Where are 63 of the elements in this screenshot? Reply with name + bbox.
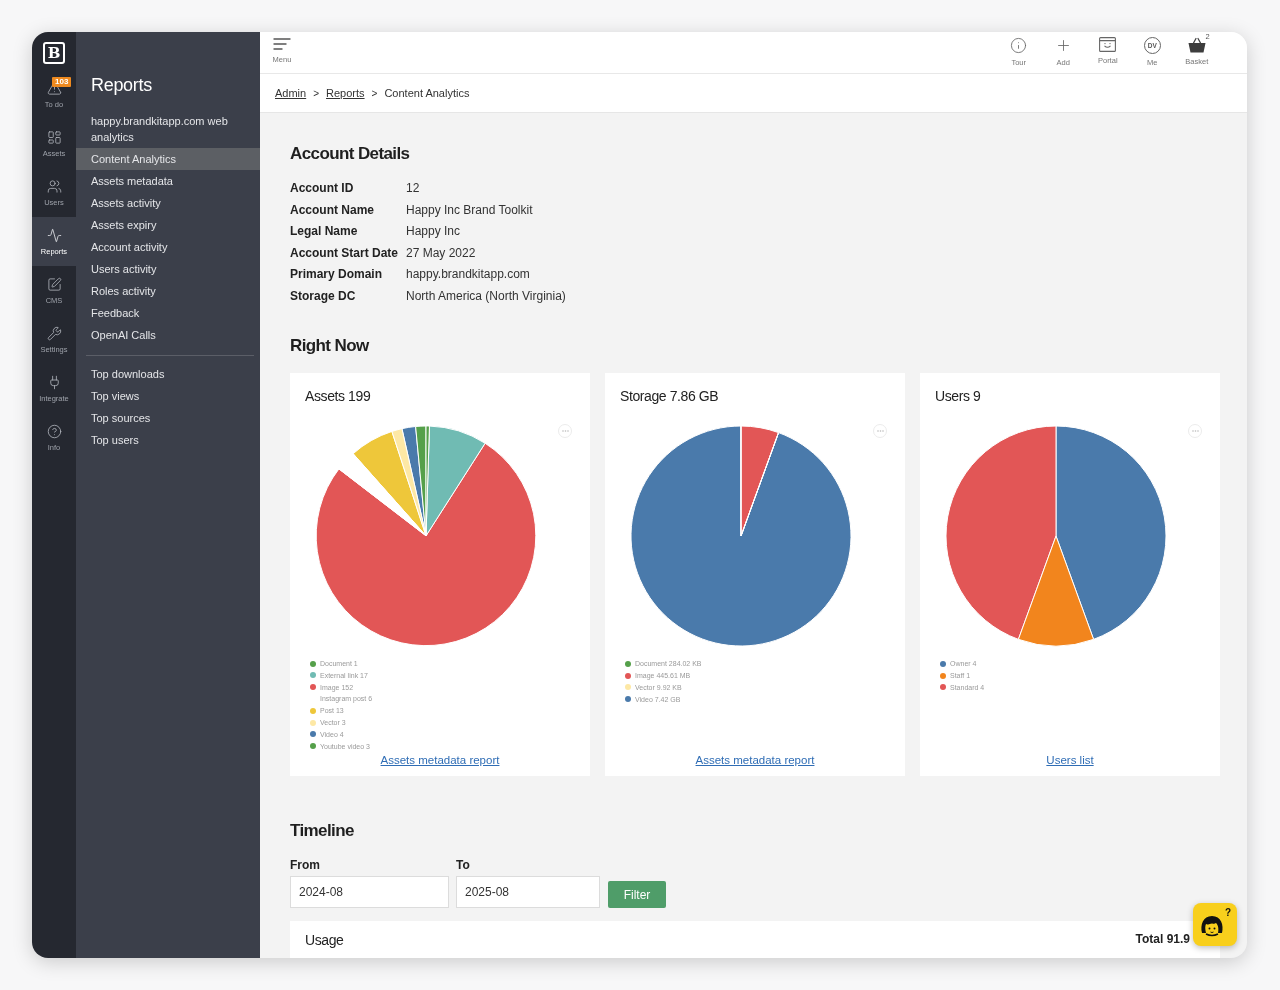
- more-button[interactable]: [873, 424, 887, 438]
- detail-label: Primary Domain: [290, 266, 384, 283]
- date-input[interactable]: 2024-08: [290, 876, 449, 908]
- sidebar-item[interactable]: Assets expiry: [76, 214, 260, 236]
- sidebar-item[interactable]: Feedback: [76, 302, 260, 324]
- detail-label: Account Name: [290, 201, 376, 219]
- count-badge: 103: [52, 77, 72, 87]
- detail-value: Happy Inc: [406, 223, 462, 240]
- breadcrumb-separator: >: [313, 87, 320, 99]
- info-icon: [1010, 37, 1028, 54]
- breadcrumb-link[interactable]: Admin: [275, 87, 307, 99]
- more-button[interactable]: [1188, 424, 1202, 438]
- report-link[interactable]: Users list: [1046, 752, 1094, 768]
- detail-label: Storage DC: [290, 287, 357, 305]
- sidebar-item[interactable]: Users activity: [76, 258, 260, 280]
- sidebar-item[interactable]: Content Analytics: [76, 148, 260, 170]
- breadcrumb-current: Content Analytics: [384, 87, 470, 99]
- sidebar-item[interactable]: Top views: [76, 385, 260, 407]
- detail-label: Legal Name: [290, 223, 359, 240]
- sidebar-item[interactable]: Assets metadata: [76, 170, 260, 192]
- report-link[interactable]: Assets metadata report: [380, 752, 500, 768]
- breadcrumb-separator: >: [371, 87, 378, 99]
- detail-value: Happy Inc Brand Toolkit: [406, 201, 534, 219]
- users-icon: [46, 179, 62, 194]
- pulse-icon: [46, 228, 62, 243]
- detail-value: North America (North Virginia): [406, 287, 567, 305]
- sidebar-item[interactable]: Top sources: [76, 407, 260, 429]
- section-heading: Timeline: [290, 820, 355, 842]
- sidebar-item[interactable]: happy.brandkitapp.com web analytics: [76, 110, 260, 148]
- sidebar-title: Reports: [90, 74, 153, 97]
- section-heading: Right Now: [290, 335, 370, 357]
- sidebar-item[interactable]: Top users: [76, 429, 260, 451]
- detail-label: Account Start Date: [290, 244, 400, 262]
- detail-value: 27 May 2022: [406, 244, 477, 262]
- detail-label: Account ID: [290, 180, 355, 197]
- field-label: From: [290, 857, 320, 873]
- card-title: Usage: [305, 931, 344, 950]
- sidebar-item[interactable]: Top downloads: [76, 363, 260, 385]
- browser-window-icon: [1099, 37, 1117, 52]
- card-title: Assets 199: [305, 387, 371, 406]
- basket-icon: [1187, 37, 1206, 53]
- logo: B: [43, 42, 65, 64]
- date-input[interactable]: 2025-08: [456, 876, 600, 908]
- section-heading: Account Details: [290, 143, 411, 165]
- field-label: To: [456, 857, 470, 873]
- breadcrumb-link[interactable]: Reports: [326, 87, 365, 99]
- detail-value: happy.brandkitapp.com: [406, 266, 531, 283]
- card-title: Storage 7.86 GB: [620, 387, 719, 406]
- dashboard-grid-icon: [46, 130, 62, 145]
- usage-total: Total 91.9: [1135, 931, 1190, 948]
- sidebar-item[interactable]: Assets activity: [76, 192, 260, 214]
- sidebar-item[interactable]: Account activity: [76, 236, 260, 258]
- card-title: Users 9: [935, 387, 981, 406]
- menu-icon: [273, 37, 291, 51]
- more-button[interactable]: [558, 424, 572, 438]
- help-chat-button[interactable]: ?: [1193, 903, 1237, 946]
- edit-icon: [46, 277, 62, 292]
- wrench-icon: [46, 326, 62, 341]
- detail-value: 12: [406, 180, 421, 197]
- help-icon: [46, 424, 62, 439]
- sidebar-item[interactable]: Roles activity: [76, 280, 260, 302]
- sidebar-item[interactable]: OpenAI Calls: [76, 324, 260, 346]
- report-link[interactable]: Assets metadata report: [695, 752, 815, 768]
